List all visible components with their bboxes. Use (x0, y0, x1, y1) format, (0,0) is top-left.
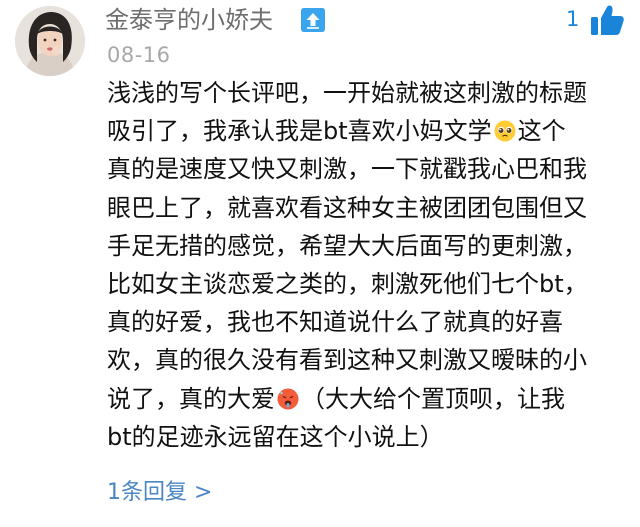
comment-line: bt的足迹永远留在这个小说上） (107, 418, 627, 456)
comment-text: bt的足迹永远留在这个小说上） (107, 422, 444, 451)
comment-line: 吸引了，我承认我是bt喜欢小妈文学 这个 (107, 112, 627, 150)
comment-line: 欢，真的很久没有看到这种又刺激又暧昧的小 (107, 341, 627, 379)
comment-body: 浅浅的写个长评吧，一开始就被这刺激的标题 吸引了，我承认我是bt喜欢小妈文学 这个真… (107, 74, 627, 456)
comment-text: 手足无措的感觉，希望大大后面写的更刺激， (107, 231, 587, 260)
comment-text: 欢，真的很久没有看到这种又刺激又暧昧的小 (107, 346, 587, 375)
comment-line: 说了，真的大爱 （大大给个置顶呗，让我 (107, 380, 627, 418)
comment-line: 浅浅的写个长评吧，一开始就被这刺激的标题 (107, 74, 627, 112)
thumbs-up-icon[interactable] (588, 3, 626, 37)
user-avatar-icon[interactable] (15, 6, 85, 76)
comment-line: 真的好爱，我也不知道说什么了就真的好喜 (107, 303, 627, 341)
comment-text: 吸引了，我承认我是bt喜欢小妈文学 (107, 117, 492, 146)
hot-face-icon (277, 388, 299, 410)
comment-text: 这个 (517, 117, 566, 146)
comment-line: 真的是速度又快又刺激，一下就戳我心巴和我 (107, 150, 627, 188)
username[interactable]: 金泰亨的小娇夫 (105, 4, 273, 36)
comment-text: 眼巴上了，就喜欢看这种女主被团团包围但又 (107, 193, 587, 222)
comment-text: （大大给个置顶呗，让我 (301, 384, 565, 413)
upvote-badge-icon (301, 8, 325, 32)
comment-text: 真的好爱，我也不知道说什么了就真的好喜 (107, 308, 563, 337)
comment-line: 比如女主谈恋爱之类的，刺激死他们七个bt， (107, 265, 627, 303)
reply-link[interactable]: 1条回复 > (107, 478, 212, 508)
comment-line: 手足无措的感觉，希望大大后面写的更刺激， (107, 227, 627, 265)
comment-text: 真的是速度又快又刺激，一下就戳我心巴和我 (107, 155, 587, 184)
comment-line: 眼巴上了，就喜欢看这种女主被团团包围但又 (107, 189, 627, 227)
comment-date: 08-16 (107, 43, 171, 67)
pleading-face-icon (494, 120, 516, 142)
comment-text: 说了，真的大爱 (107, 384, 275, 413)
comment-text: 比如女主谈恋爱之类的，刺激死他们七个bt， (107, 270, 588, 299)
like-count: 1 (566, 7, 580, 31)
comment-text: 浅浅的写个长评吧，一开始就被这刺激的标题 (107, 79, 587, 107)
